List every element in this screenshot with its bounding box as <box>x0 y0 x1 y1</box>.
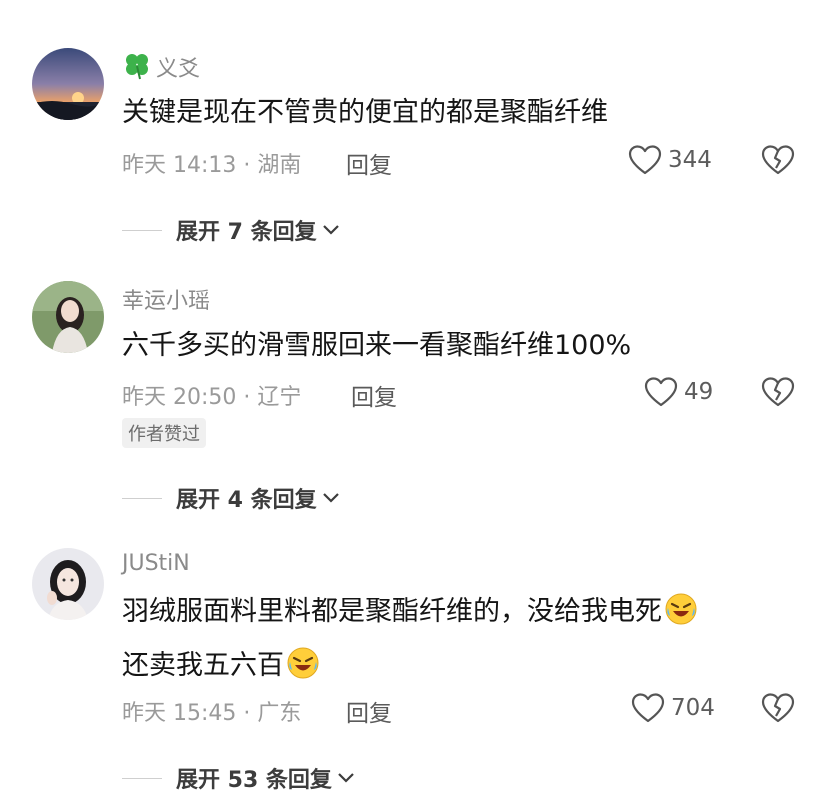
expand-replies-label: 展开 4 条回复 <box>176 488 317 513</box>
chevron-down-icon <box>322 493 339 503</box>
reply-button[interactable]: 回复 <box>346 694 392 728</box>
username[interactable]: 义爻 <box>122 50 200 86</box>
expand-replies-button[interactable]: 展开 7 条回复 <box>122 214 341 246</box>
like-count: 704 <box>671 695 715 721</box>
comment-text-line: 六千多买的滑雪服回来一看聚酯纤维100% <box>122 330 632 361</box>
like-button[interactable]: 344 <box>628 144 712 176</box>
expand-replies-label: 展开 7 条回复 <box>176 220 317 245</box>
comment-item: 幸运小瑶 六千多买的滑雪服回来一看聚酯纤维100% 昨天 20:50 · 辽宁 … <box>0 250 827 520</box>
like-button[interactable]: 49 <box>644 376 713 408</box>
comment-meta: 昨天 14:13 · 湖南 <box>122 153 302 178</box>
comment-text-line: 还卖我五六百 <box>122 650 284 681</box>
expand-replies-label: 展开 53 条回复 <box>176 768 332 793</box>
divider <box>122 229 162 231</box>
expand-replies-button[interactable]: 展开 53 条回复 <box>122 762 356 794</box>
reply-button[interactable]: 回复 <box>351 378 397 412</box>
chevron-down-icon <box>322 225 339 235</box>
author-liked-badge: 作者赞过 <box>122 418 206 448</box>
broken-heart-icon <box>761 693 795 723</box>
heart-outline-icon <box>644 377 678 407</box>
expand-replies-button[interactable]: 展开 4 条回复 <box>122 482 341 514</box>
comment-item: JUStiN 羽绒服面料里料都是聚酯纤维的，没给我电死 还卖我五六百 昨天 15… <box>0 520 827 803</box>
username[interactable]: 幸运小瑶 <box>122 283 210 315</box>
divider <box>122 777 162 779</box>
reply-button[interactable]: 回复 <box>346 146 392 180</box>
laughing-crying-emoji <box>286 646 320 696</box>
like-count: 49 <box>684 379 714 405</box>
dislike-button[interactable] <box>761 376 795 412</box>
heart-outline-icon <box>631 693 665 723</box>
four-leaf-clover-icon <box>122 50 152 86</box>
comment-text: 羽绒服面料里料都是聚酯纤维的，没给我电死 还卖我五六百 <box>122 588 698 696</box>
comment-meta: 昨天 15:45 · 广东 <box>122 701 302 726</box>
avatar[interactable] <box>32 281 104 353</box>
like-button[interactable]: 704 <box>631 692 715 724</box>
comment-item: 义爻 关键是现在不管贵的便宜的都是聚酯纤维 昨天 14:13 · 湖南 回复 3… <box>0 0 827 250</box>
avatar[interactable] <box>32 48 104 120</box>
username[interactable]: JUStiN <box>122 551 190 576</box>
comment-text-line: 羽绒服面料里料都是聚酯纤维的，没给我电死 <box>122 596 662 627</box>
divider <box>122 497 162 499</box>
comment-text-line: 关键是现在不管贵的便宜的都是聚酯纤维 <box>122 97 608 128</box>
broken-heart-icon <box>761 145 795 175</box>
like-count: 344 <box>668 147 712 173</box>
broken-heart-icon <box>761 377 795 407</box>
chevron-down-icon <box>338 773 354 783</box>
comment-text: 关键是现在不管贵的便宜的都是聚酯纤维 <box>122 89 608 137</box>
username-label: 义爻 <box>156 57 201 82</box>
comment-meta: 昨天 20:50 · 辽宁 <box>122 385 302 410</box>
laughing-crying-emoji <box>664 592 698 642</box>
dislike-button[interactable] <box>761 692 795 728</box>
heart-outline-icon <box>628 145 662 175</box>
comment-text: 六千多买的滑雪服回来一看聚酯纤维100% <box>122 322 631 370</box>
avatar[interactable] <box>32 548 104 620</box>
dislike-button[interactable] <box>761 144 795 180</box>
